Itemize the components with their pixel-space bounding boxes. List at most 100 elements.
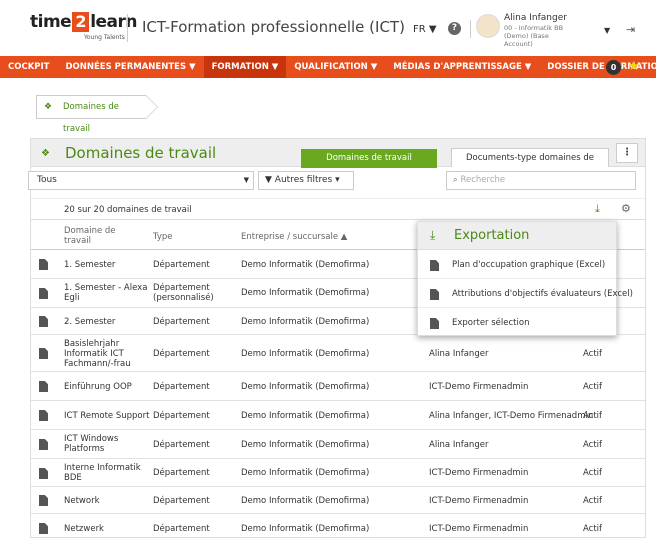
- cell-trainer: ICT-Demo Firmenadmin: [429, 382, 529, 392]
- column-header-type[interactable]: Type: [153, 232, 173, 242]
- panel-title: Domaines de travail: [65, 144, 217, 162]
- download-icon: ⤓: [430, 228, 436, 242]
- tab-domaines[interactable]: Domaines de travail: [301, 149, 437, 168]
- table-row[interactable]: Netzwerk Département Demo Informatik (De…: [31, 514, 645, 534]
- logo-tagline: Young Talents: [84, 34, 125, 41]
- layers-icon: ❖: [44, 102, 53, 112]
- cell-status: Actif: [583, 411, 603, 421]
- nav-cockpit[interactable]: COCKPIT: [0, 56, 57, 78]
- cell-type: Département: [153, 260, 210, 270]
- download-icon[interactable]: ⤓: [595, 202, 600, 216]
- count-bar: 20 sur 20 domaines de travail ⤓ ⚙: [31, 198, 645, 220]
- chevron-down-icon: ▼: [243, 176, 249, 184]
- cell-company: Demo Informatik (Demofirma): [241, 382, 370, 392]
- cell-company: Demo Informatik (Demofirma): [241, 288, 370, 298]
- table-row[interactable]: Einführung OOP Département Demo Informat…: [31, 372, 645, 401]
- logo-part: time: [30, 12, 72, 32]
- cell-company: Demo Informatik (Demofirma): [241, 524, 370, 534]
- logo-part: 2: [72, 12, 90, 32]
- export-icon: [430, 318, 439, 329]
- export-popup: ⤓ Exportation Plan d'occupation graphiqu…: [417, 221, 633, 337]
- cell-domain[interactable]: Network: [64, 496, 148, 506]
- column-header-company[interactable]: Entreprise / succursale ▲: [241, 232, 347, 242]
- user-account: 00 - Informatik BB (Demo) (Base Account): [504, 24, 564, 48]
- tab-documents-type[interactable]: Documents-type domaines de travail: [451, 148, 609, 181]
- export-selection[interactable]: Exporter sélection: [418, 309, 616, 337]
- notification-badge[interactable]: 0: [606, 60, 621, 75]
- cell-status: Actif: [583, 468, 603, 478]
- status-select[interactable]: Tous ▼: [28, 171, 254, 190]
- excel-icon: [430, 260, 439, 271]
- document-icon: [39, 316, 48, 327]
- cell-trainer: ICT-Demo Firmenadmin: [429, 468, 529, 478]
- breadcrumb-label: Domaines de travail: [63, 102, 119, 134]
- document-icon: [39, 523, 48, 534]
- user-name[interactable]: Alina Infanger: [504, 13, 567, 23]
- cell-type: Département: [153, 468, 210, 478]
- breadcrumb[interactable]: ❖ Domaines de travail: [36, 95, 158, 134]
- chevron-down-icon[interactable]: ▼: [604, 26, 610, 35]
- star-icon[interactable]: ★: [628, 59, 640, 74]
- cell-domain[interactable]: ICT Remote Support: [64, 411, 154, 421]
- cell-company: Demo Informatik (Demofirma): [241, 411, 370, 421]
- export-item-label: Exporter sélection: [452, 318, 530, 328]
- export-objective-assignments[interactable]: Attributions d'objectifs évaluateurs (Ex…: [418, 280, 633, 308]
- cell-status: Actif: [583, 440, 603, 450]
- cell-domain[interactable]: ICT Windows Platforms: [64, 434, 148, 454]
- nav-qualification[interactable]: QUALIFICATION ▼: [286, 56, 385, 78]
- cell-trainer: Alina Infanger: [429, 440, 489, 450]
- cell-trainer: ICT-Demo Firmenadmin: [429, 496, 529, 506]
- select-value: Tous: [37, 175, 57, 185]
- app-header: time 2 learn Young Talents ICT-Formation p…: [0, 0, 656, 56]
- export-item-label: Plan d'occupation graphique (Excel): [452, 260, 606, 270]
- table-row[interactable]: Network Département Demo Informatik (Dem…: [31, 487, 645, 514]
- document-icon: [39, 259, 48, 270]
- cell-status: Actif: [583, 382, 603, 392]
- cell-domain[interactable]: Netzwerk: [64, 524, 148, 534]
- logo[interactable]: time 2 learn: [30, 12, 138, 32]
- cell-company: Demo Informatik (Demofirma): [241, 317, 370, 327]
- document-icon: [39, 381, 48, 392]
- table-row[interactable]: ICT Windows Platforms Département Demo I…: [31, 430, 645, 459]
- cell-type: Département: [153, 382, 210, 392]
- logo-part: learn: [90, 12, 138, 32]
- language-selector[interactable]: FR ▼: [413, 24, 437, 35]
- cell-domain[interactable]: 1. Semester - Alexa Egli: [64, 283, 148, 303]
- nav-medias[interactable]: MÉDIAS D'APPRENTISSAGE ▼: [385, 56, 539, 78]
- table-row[interactable]: Basislehrjahr Informatik ICT Fachmann/-f…: [31, 335, 645, 372]
- document-icon: [39, 495, 48, 506]
- more-menu-button[interactable]: ⋮: [616, 143, 638, 163]
- cell-domain[interactable]: 2. Semester: [64, 317, 148, 327]
- chevron-down-icon: ▾: [335, 175, 340, 185]
- logout-icon[interactable]: ⇥: [626, 23, 635, 36]
- search-input[interactable]: ⌕ Recherche: [446, 171, 636, 190]
- document-icon: [39, 288, 48, 299]
- divider: [127, 14, 128, 42]
- search-placeholder: Recherche: [460, 175, 506, 185]
- help-icon[interactable]: ?: [448, 22, 461, 35]
- document-icon: [39, 410, 48, 421]
- more-filters-button[interactable]: ▼ Autres filtres ▾: [258, 171, 354, 190]
- table-row[interactable]: Interne Informatik BDE Département Demo …: [31, 459, 645, 487]
- cell-domain[interactable]: Einführung OOP: [64, 382, 148, 392]
- cell-status: Actif: [583, 524, 603, 534]
- export-popup-header: ⤓ Exportation: [418, 222, 616, 250]
- filter-icon: ▼: [265, 175, 272, 185]
- nav-donnees-permanentes[interactable]: DONNÉES PERMANENTES ▼: [57, 56, 203, 78]
- cell-company: Demo Informatik (Demofirma): [241, 349, 370, 359]
- cell-domain[interactable]: Interne Informatik BDE: [64, 463, 148, 483]
- document-icon: [39, 468, 48, 479]
- cell-type: Département: [153, 349, 210, 359]
- table-row[interactable]: ICT Remote Support Département Demo Info…: [31, 401, 645, 430]
- filters-label: Autres filtres: [274, 175, 333, 185]
- cell-domain[interactable]: 1. Semester: [64, 260, 148, 270]
- cell-type: Département: [153, 317, 210, 327]
- column-header-domain[interactable]: Domaine de travail: [64, 226, 144, 246]
- avatar[interactable]: [476, 14, 500, 38]
- cell-type: Département: [153, 411, 210, 421]
- nav-formation[interactable]: FORMATION ▼: [203, 56, 287, 78]
- cell-domain[interactable]: Basislehrjahr Informatik ICT Fachmann/-f…: [64, 339, 148, 369]
- gear-icon[interactable]: ⚙: [621, 202, 631, 215]
- cell-company: Demo Informatik (Demofirma): [241, 260, 370, 270]
- export-occupation-plan[interactable]: Plan d'occupation graphique (Excel): [418, 251, 616, 279]
